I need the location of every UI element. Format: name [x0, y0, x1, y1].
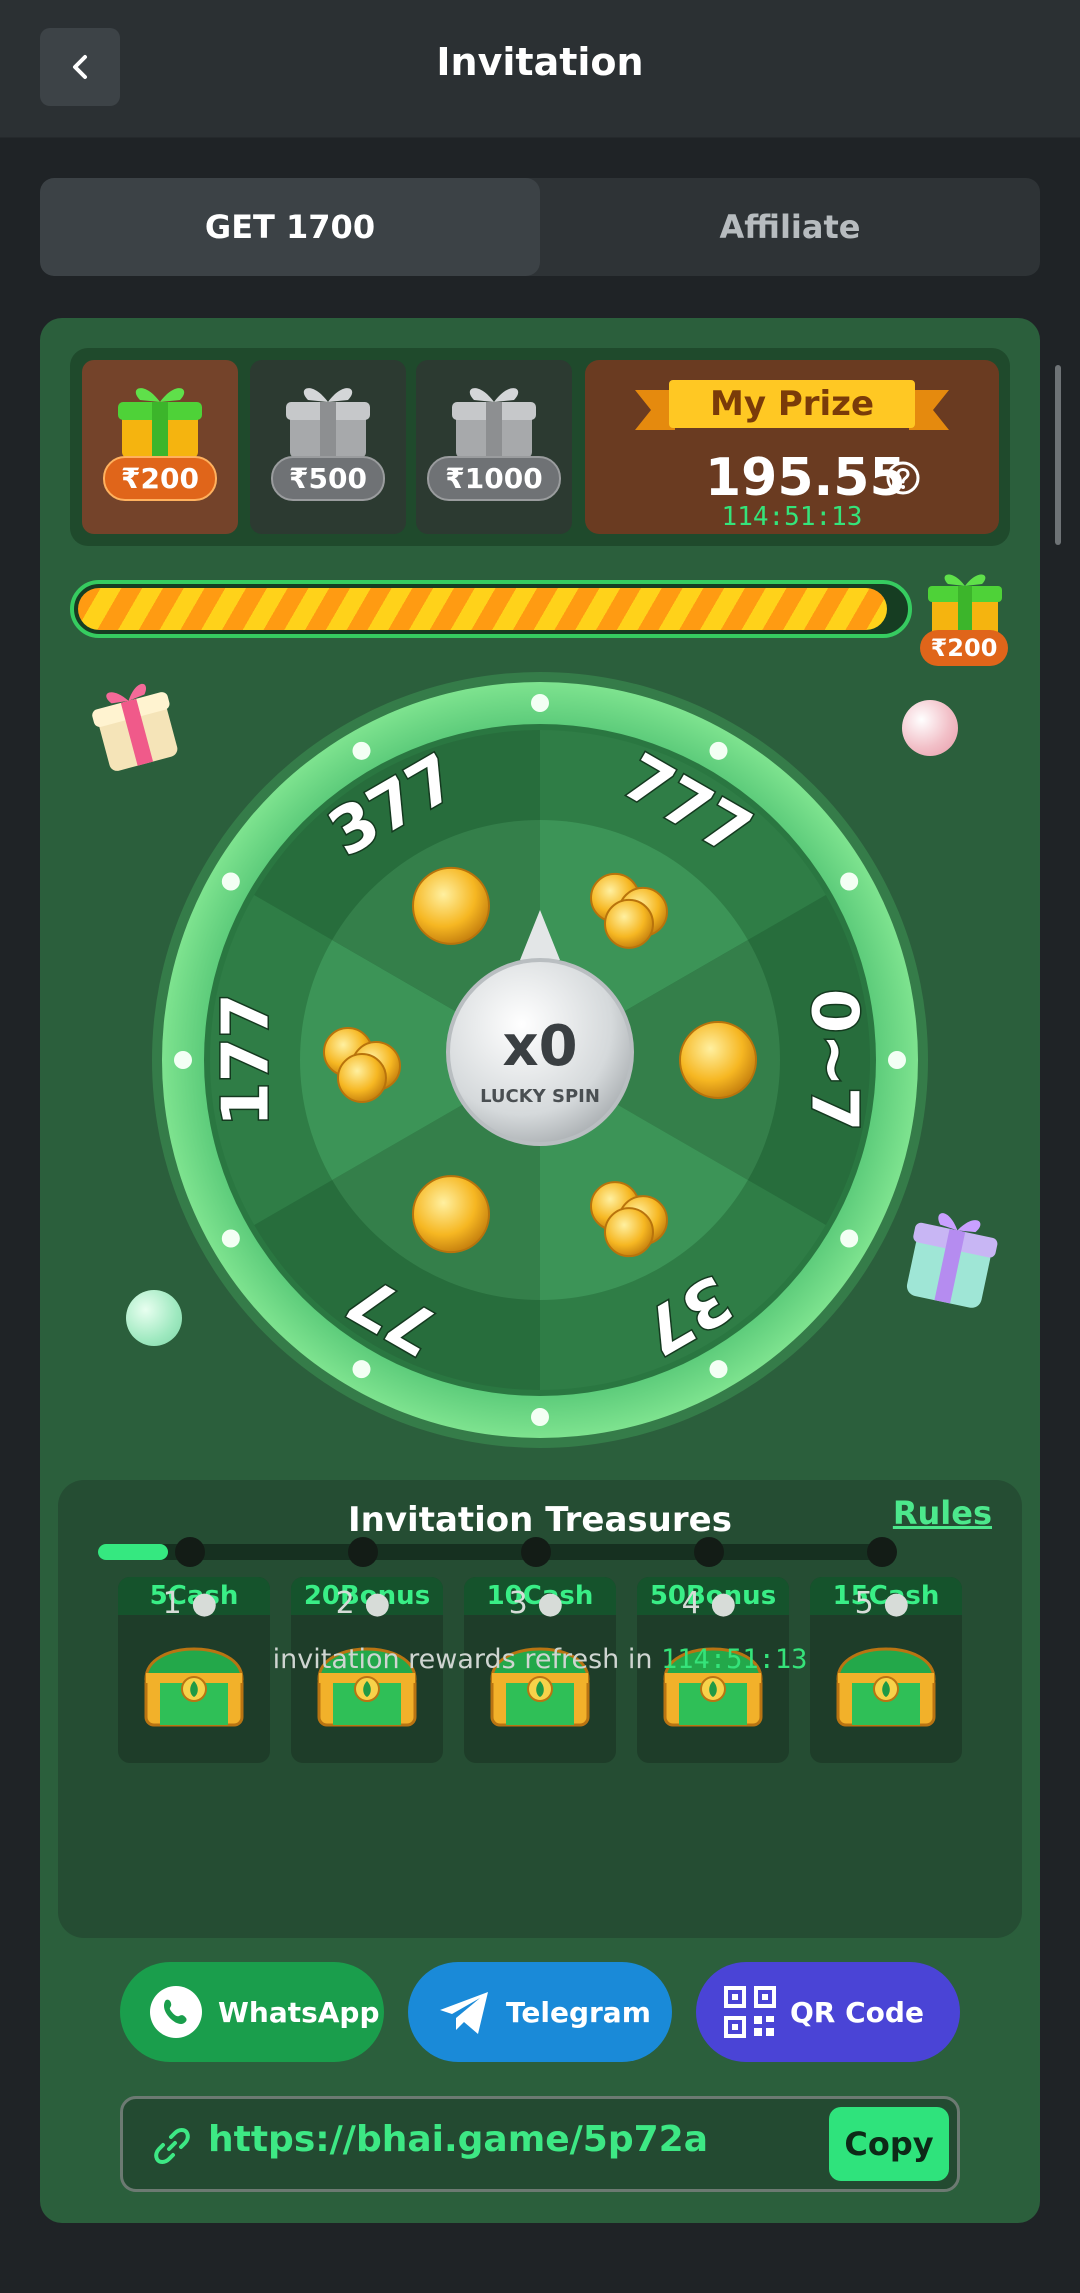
refresh-timer: 114:51:13 — [661, 1644, 808, 1675]
prize-box-200[interactable]: ₹200 — [82, 360, 238, 534]
scrollbar[interactable] — [1055, 365, 1061, 545]
wheel-light — [840, 872, 859, 891]
invite-link-url[interactable]: https://bhai.game/5p72a — [208, 2119, 708, 2160]
wheel-segment-label: 0~7 — [796, 989, 870, 1132]
qr-code-label: QR Code — [790, 1995, 924, 2029]
tab-bar: GET 1700 Affiliate — [40, 178, 1040, 276]
user-icon: ● — [700, 1586, 737, 1621]
prize-row: ₹200 ₹500 ₹1000 My Prize 195.55 114:51:1… — [70, 348, 1010, 546]
wheel-segment-label: 177 — [210, 993, 284, 1127]
treasures-title: Invitation Treasures — [348, 1500, 732, 1540]
step-label: 2 ● — [335, 1586, 391, 1621]
step-dot — [867, 1537, 897, 1567]
progress-end-reward: ₹200 — [920, 630, 1008, 666]
wheel-light — [840, 1229, 859, 1248]
wheel-light — [709, 741, 728, 760]
coin-icon — [412, 1175, 490, 1254]
gift-icon — [452, 388, 536, 458]
invite-link-box: https://bhai.game/5p72a Copy — [120, 2096, 960, 2192]
page-title: Invitation — [436, 40, 644, 84]
coin-icon — [412, 866, 490, 945]
wheel-light — [352, 1360, 371, 1379]
step-dot — [694, 1537, 724, 1567]
prize-box-amount: ₹1000 — [427, 456, 561, 501]
invite-progress-fill — [98, 1544, 168, 1560]
my-prize-panel: My Prize 195.55 114:51:13 — [585, 360, 999, 534]
qr-code-icon — [724, 1986, 776, 2038]
coin-icon — [679, 1021, 757, 1099]
gift-icon — [928, 574, 1002, 636]
my-prize-timer: 114:51:13 — [721, 502, 863, 532]
step-dot — [521, 1537, 551, 1567]
refresh-text: invitation rewards refresh in — [272, 1644, 653, 1675]
whatsapp-label: WhatsApp — [218, 1995, 380, 2029]
wheel-light — [531, 694, 549, 712]
wheel-light — [531, 1408, 549, 1426]
step-label: 5 ● — [854, 1586, 910, 1621]
step-label: 4 ● — [681, 1586, 737, 1621]
step-dot — [348, 1537, 378, 1567]
telegram-label: Telegram — [506, 1995, 651, 2029]
header-bar: Invitation — [0, 0, 1080, 138]
gift-icon — [118, 388, 202, 458]
wheel-light — [888, 1051, 906, 1069]
progress-bar-fill — [78, 588, 887, 630]
wheel-light — [352, 741, 371, 760]
my-prize-label: My Prize — [709, 384, 875, 424]
prize-box-amount: ₹200 — [103, 456, 217, 501]
step-dot — [175, 1537, 205, 1567]
prize-box-amount: ₹500 — [271, 456, 385, 501]
step-label: 3 ● — [508, 1586, 564, 1621]
prize-box-1000[interactable]: ₹1000 — [416, 360, 572, 534]
user-icon: ● — [527, 1586, 564, 1621]
telegram-icon — [440, 1992, 488, 2034]
link-icon — [154, 2128, 190, 2164]
user-icon: ● — [354, 1586, 391, 1621]
prize-box-500[interactable]: ₹500 — [250, 360, 406, 534]
lucky-spin-card: ₹200 ₹500 ₹1000 My Prize 195.55 114:51:1… — [40, 318, 1040, 2223]
telegram-button[interactable]: Telegram — [408, 1962, 672, 2062]
invite-progress-track — [98, 1544, 890, 1560]
wheel-light — [221, 1229, 240, 1248]
whatsapp-button[interactable]: WhatsApp — [120, 1962, 384, 2062]
tab-get-1700[interactable]: GET 1700 — [40, 178, 540, 276]
gift-icon — [286, 388, 370, 458]
wheel-light — [174, 1051, 192, 1069]
rules-link[interactable]: Rules — [893, 1494, 992, 1532]
lucky-wheel[interactable]: 7770~73777177377 x0 LUCKY SPIN — [150, 670, 930, 1450]
my-prize-amount: 195.55 — [705, 448, 906, 508]
whatsapp-icon — [150, 1986, 202, 2038]
wheel-light — [221, 872, 240, 891]
progress-bar — [70, 580, 912, 638]
question-icon[interactable] — [885, 460, 921, 496]
spin-multiplier: x0 — [502, 1014, 577, 1079]
step-label: 1 ● — [162, 1586, 218, 1621]
copy-button[interactable]: Copy — [829, 2107, 949, 2181]
tab-affiliate[interactable]: Affiliate — [540, 178, 1040, 276]
spin-label: LUCKY SPIN — [480, 1086, 600, 1107]
refresh-notice: invitation rewards refresh in 114:51:13 — [40, 1644, 1040, 1675]
wheel-light — [709, 1360, 728, 1379]
user-icon: ● — [873, 1586, 910, 1621]
user-icon: ● — [181, 1586, 218, 1621]
qr-code-button[interactable]: QR Code — [696, 1962, 960, 2062]
